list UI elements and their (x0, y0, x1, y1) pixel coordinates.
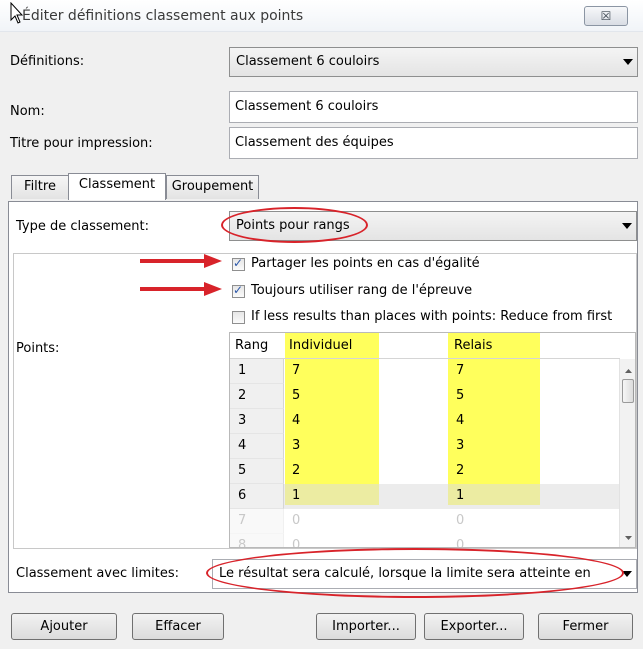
points-label: Points: (16, 341, 60, 356)
cell-rang: 5 (238, 463, 247, 478)
cell-rang: 2 (238, 388, 247, 403)
cell-individuel: 0 (292, 538, 301, 548)
window-title: Éditer définitions classement aux points (22, 8, 304, 24)
toujours-label: Toujours utiliser rang de l'épreuve (251, 283, 473, 298)
type-classement-select[interactable]: Points pour rangs (229, 211, 637, 241)
annotation-arrow-icon (140, 282, 222, 296)
cell-individuel: 5 (292, 388, 301, 403)
close-button[interactable]: ☒ (584, 6, 628, 26)
table-row[interactable]: 2 5 5 (230, 384, 620, 409)
cell-rang: 3 (238, 413, 247, 428)
cell-rang: 7 (238, 513, 247, 528)
titre-input[interactable]: Classement des équipes (229, 127, 638, 159)
table-row[interactable]: 3 4 4 (230, 409, 620, 434)
partager-label: Partager les points en cas d'égalité (251, 256, 480, 271)
table-row[interactable]: 4 3 3 (230, 434, 620, 459)
cell-rang: 6 (238, 488, 247, 503)
points-grid[interactable]: Rang Individuel Relais 1 7 7 2 5 5 3 4 4 4 3 3 5 2 2 6 1… (229, 332, 636, 548)
tab-groupement[interactable]: Groupement (166, 175, 259, 199)
toujours-checkbox[interactable] (232, 283, 245, 298)
cell-relais: 0 (456, 538, 465, 548)
dialog-window: Éditer définitions classement aux points… (0, 0, 643, 649)
reduce-label: If less results than places with points:… (251, 309, 613, 324)
nom-input[interactable]: Classement 6 couloirs (229, 91, 638, 123)
chevron-down-icon (623, 59, 633, 65)
cell-relais: 0 (456, 513, 465, 528)
vertical-scrollbar[interactable] (619, 359, 636, 547)
cell-individuel: 7 (292, 363, 301, 378)
cell-individuel: 2 (292, 463, 301, 478)
cell-relais: 1 (456, 488, 465, 503)
nom-label: Nom: (10, 104, 45, 119)
exporter-button[interactable]: Exporter... (424, 613, 524, 640)
definitions-select[interactable]: Classement 6 couloirs (229, 47, 638, 77)
table-row[interactable]: 5 2 2 (230, 459, 620, 484)
table-row[interactable]: 8 0 0 (230, 534, 620, 548)
definitions-value: Classement 6 couloirs (236, 54, 380, 69)
scroll-up-icon[interactable] (620, 363, 636, 379)
annotation-arrow-icon (140, 254, 222, 268)
reduce-checkbox[interactable] (232, 311, 245, 324)
type-classement-label: Type de classement: (16, 219, 150, 234)
chevron-down-icon (622, 223, 632, 229)
fermer-button[interactable]: Fermer (538, 613, 633, 640)
cell-rang: 4 (238, 438, 247, 453)
cell-relais: 7 (456, 363, 465, 378)
cell-individuel: 3 (292, 438, 301, 453)
cell-rang: 8 (238, 538, 247, 548)
header-individuel: Individuel (289, 338, 353, 353)
limites-select[interactable]: Le résultat sera calculé, lorsque la lim… (212, 559, 637, 589)
chevron-down-icon (622, 571, 632, 577)
header-relais: Relais (454, 338, 493, 353)
ajouter-button[interactable]: Ajouter (11, 613, 117, 640)
grid-header: Rang Individuel Relais (230, 333, 620, 359)
table-row[interactable]: 6 1 1 (230, 484, 620, 509)
cell-individuel: 4 (292, 413, 301, 428)
cell-individuel: 0 (292, 513, 301, 528)
table-row[interactable]: 1 7 7 (230, 359, 620, 384)
cell-relais: 3 (456, 438, 465, 453)
partager-checkbox[interactable] (232, 256, 245, 271)
scroll-thumb[interactable] (622, 379, 634, 403)
scroll-down-icon[interactable] (620, 530, 636, 546)
cell-rang: 1 (238, 363, 247, 378)
definitions-label: Définitions: (10, 54, 85, 69)
cell-individuel: 1 (292, 488, 301, 503)
cell-relais: 5 (456, 388, 465, 403)
cell-relais: 4 (456, 413, 465, 428)
limites-value: Le résultat sera calculé, lorsque la lim… (219, 566, 591, 581)
header-rang: Rang (235, 338, 269, 353)
type-classement-value: Points pour rangs (236, 218, 350, 233)
limites-label: Classement avec limites: (16, 566, 180, 581)
titre-label: Titre pour impression: (10, 136, 153, 151)
table-row[interactable]: 7 0 0 (230, 509, 620, 534)
importer-button[interactable]: Importer... (316, 613, 416, 640)
tab-classement[interactable]: Classement (68, 173, 166, 200)
title-bar: Éditer définitions classement aux points… (0, 0, 643, 32)
tab-filtre[interactable]: Filtre (11, 175, 69, 199)
cell-relais: 2 (456, 463, 465, 478)
effacer-button[interactable]: Effacer (132, 613, 224, 640)
